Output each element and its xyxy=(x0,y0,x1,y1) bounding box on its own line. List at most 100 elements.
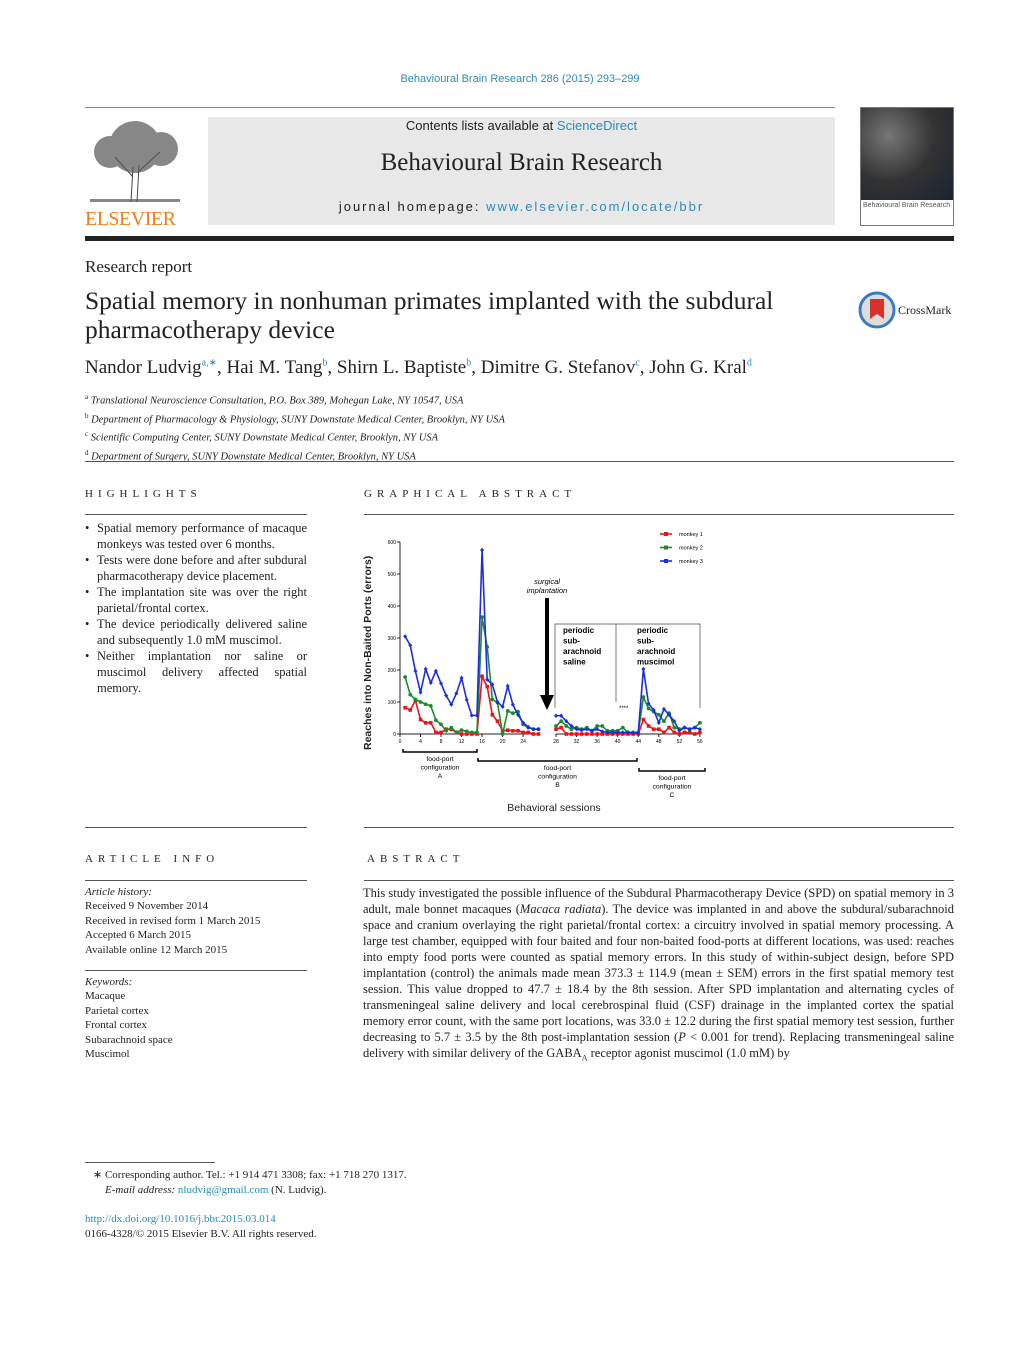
highlight-item: The implantation site was over the right… xyxy=(85,584,307,616)
data-point xyxy=(641,717,646,722)
data-point xyxy=(536,727,541,732)
doi-link[interactable]: http://dx.doi.org/10.1016/j.bbr.2015.03.… xyxy=(85,1212,317,1227)
y-axis-label: Reaches into Non-Baited Ports (errors) xyxy=(362,556,374,750)
data-point xyxy=(439,730,443,735)
keywords-label: Keywords: xyxy=(85,976,133,988)
homepage-link[interactable]: www.elsevier.com/locate/bbr xyxy=(486,199,704,214)
series-line-monkey-3 xyxy=(556,668,701,734)
muscimol-label: sub- xyxy=(637,637,654,646)
keyword: Muscimol xyxy=(85,1048,130,1061)
author[interactable]: John G. Krald xyxy=(649,357,752,378)
surgical-implantation-label: implantation xyxy=(527,586,567,595)
email-link[interactable]: nludvig@gmail.com xyxy=(178,1184,268,1196)
data-point xyxy=(662,730,666,735)
x-tick-label: 32 xyxy=(574,739,580,745)
data-point xyxy=(500,732,505,736)
data-point xyxy=(490,697,495,702)
data-point xyxy=(505,709,510,713)
history-item: Received in revised form 1 March 2015 xyxy=(85,914,261,927)
corresponding-author: ∗ Corresponding author. Tel.: +1 914 471… xyxy=(93,1169,407,1181)
author[interactable]: Nandor Ludviga,∗ xyxy=(85,357,217,378)
highlight-item: Neither implantation nor saline or musci… xyxy=(85,648,307,696)
data-point xyxy=(682,730,687,735)
data-point xyxy=(434,730,438,735)
data-point xyxy=(531,727,536,732)
series-line-monkey-3 xyxy=(404,549,539,730)
y-tick-label: 400 xyxy=(388,604,397,610)
x-tick-label: 44 xyxy=(635,739,641,745)
data-point xyxy=(434,718,438,723)
data-point xyxy=(574,732,579,736)
config-b-label: B xyxy=(555,782,560,789)
data-point xyxy=(423,702,428,707)
author[interactable]: Hai M. Tangb xyxy=(226,357,327,378)
data-point xyxy=(569,732,574,736)
journal-citation[interactable]: Behavioural Brain Research 286 (2015) 29… xyxy=(0,73,1020,85)
config-a-label: A xyxy=(438,773,443,780)
data-point xyxy=(656,712,661,717)
data-point xyxy=(485,684,490,689)
data-point xyxy=(531,732,536,736)
sciencedirect-link[interactable]: ScienceDirect xyxy=(557,118,637,133)
legend-marker xyxy=(664,559,668,563)
saline-label: periodic xyxy=(563,626,595,635)
x-tick-label: 20 xyxy=(500,739,506,745)
data-point xyxy=(646,706,651,711)
x-tick-label: 56 xyxy=(697,739,703,745)
surgical-implantation-label: surgical xyxy=(534,577,560,586)
author[interactable]: Dimitre G. Stefanovc xyxy=(481,357,640,378)
config-b-label: food-port xyxy=(544,765,571,772)
history-label: Article history: xyxy=(85,886,152,898)
affiliation: a Translational Neuroscience Consultatio… xyxy=(85,393,464,407)
data-point xyxy=(667,725,671,730)
journal-cover[interactable]: Behavioural Brain Research xyxy=(860,107,954,226)
config-a-label: food-port xyxy=(426,756,453,763)
x-tick-label: 36 xyxy=(594,739,600,745)
data-point xyxy=(698,720,702,725)
keyword: Macaque xyxy=(85,990,126,1003)
data-point xyxy=(413,668,418,674)
x-tick-label: 0 xyxy=(399,739,402,745)
author[interactable]: Shirn L. Baptisteb xyxy=(337,357,471,378)
data-point xyxy=(564,732,569,736)
highlight-item: The device periodically delivered saline… xyxy=(85,616,307,648)
article-type: Research report xyxy=(85,257,193,276)
x-tick-label: 8 xyxy=(440,739,443,745)
data-point xyxy=(480,547,485,553)
elsevier-logo[interactable]: ELSEVIER xyxy=(85,117,185,230)
data-point xyxy=(510,711,515,716)
data-point xyxy=(449,725,454,730)
homepage-prefix: journal homepage: xyxy=(338,199,487,214)
x-axis-label: Behavioral sessions xyxy=(507,802,600,814)
data-point xyxy=(516,729,520,733)
x-tick-label: 12 xyxy=(459,739,465,745)
crossmark-label: CrossMark xyxy=(898,302,952,317)
cover-title: Behavioural Brain Research xyxy=(863,202,951,209)
abstract-text: This study investigated the possible inf… xyxy=(363,886,955,1063)
x-tick-label: 16 xyxy=(479,739,485,745)
data-point xyxy=(495,719,500,723)
config-b-bracket xyxy=(477,758,638,762)
data-point xyxy=(444,728,449,733)
data-point xyxy=(505,728,510,732)
highlight-item: Spatial memory performance of macaque mo… xyxy=(85,520,307,552)
data-point xyxy=(428,703,433,708)
data-point xyxy=(408,692,413,697)
data-point xyxy=(454,730,459,735)
affiliation: c Scientific Computing Center, SUNY Down… xyxy=(85,430,438,444)
elsevier-tree-icon xyxy=(90,121,180,203)
data-point xyxy=(641,666,646,672)
data-point xyxy=(459,675,464,681)
legend-label: monkey 3 xyxy=(679,559,703,565)
copyright: 0166-4328/© 2015 Elsevier B.V. All right… xyxy=(85,1227,317,1240)
data-point xyxy=(559,719,564,724)
data-point xyxy=(564,724,569,728)
data-point xyxy=(672,725,677,730)
data-point xyxy=(469,730,474,735)
citation-link[interactable]: Behavioural Brain Research 286 (2015) 29… xyxy=(400,73,639,85)
data-point xyxy=(536,732,541,736)
footnotes: ∗ Corresponding author. Tel.: +1 914 471… xyxy=(93,1169,407,1196)
data-point xyxy=(505,683,510,689)
author-list: Nandor Ludviga,∗, Hai M. Tangb, Shirn L.… xyxy=(85,357,752,378)
crossmark-badge[interactable]: CrossMark xyxy=(858,291,951,329)
